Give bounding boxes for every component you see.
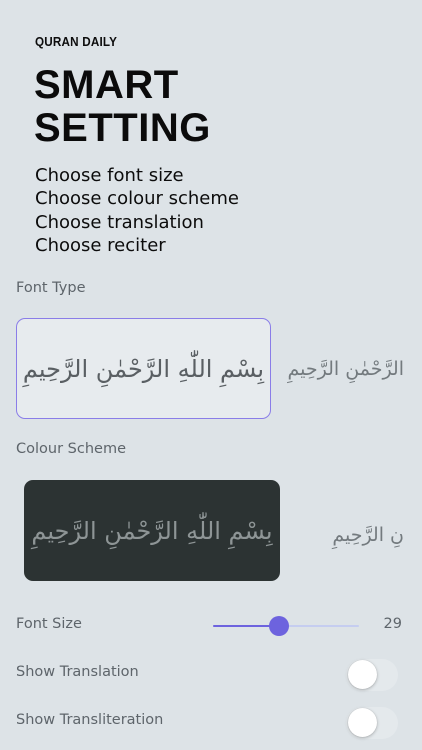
brand-label: QURAN DAILY (35, 34, 118, 49)
colour-scheme-option-next[interactable]: نِ الرَّحِيمِ (332, 524, 404, 546)
font-type-sample-text: بِسْمِ اللّٰهِ الرَّحْمٰنِ الرَّحِيمِ (22, 354, 265, 383)
feature-item: Choose colour scheme (35, 188, 239, 210)
colour-scheme-option-dark[interactable]: بِسْمِ اللّٰهِ الرَّحْمٰنِ الرَّحِيمِ (24, 480, 280, 581)
show-translation-label: Show Translation (16, 664, 139, 680)
headline-line-2: SETTING (34, 106, 211, 150)
toggle-knob (348, 708, 377, 737)
headline-line-1: SMART (34, 63, 179, 107)
font-size-label: Font Size (16, 616, 82, 632)
font-size-slider-thumb[interactable] (268, 616, 289, 636)
feature-list: Choose font size Choose colour scheme Ch… (35, 164, 239, 257)
show-translation-toggle[interactable] (346, 659, 398, 691)
show-transliteration-label: Show Transliteration (16, 712, 164, 728)
font-type-label: Font Type (16, 280, 86, 296)
font-type-option-next[interactable]: الرَّحْمٰنِ الرَّحِيمِ (288, 358, 404, 380)
show-transliteration-toggle[interactable] (346, 707, 398, 739)
colour-scheme-label: Colour Scheme (16, 441, 126, 457)
font-size-row: Font Size 29 (0, 611, 422, 641)
font-type-option-selected[interactable]: بِسْمِ اللّٰهِ الرَّحْمٰنِ الرَّحِيمِ (16, 318, 271, 419)
colour-scheme-sample-text: بِسْمِ اللّٰهِ الرَّحْمٰنِ الرَّحِيمِ (31, 516, 273, 545)
show-transliteration-row: Show Transliteration (0, 707, 422, 739)
font-size-value: 29 (383, 616, 402, 632)
toggle-knob (348, 660, 377, 689)
show-translation-row: Show Translation (0, 659, 422, 691)
feature-item: Choose translation (35, 211, 204, 233)
font-size-slider[interactable] (213, 616, 359, 636)
headline: SMART SETTING (34, 64, 211, 150)
feature-item: Choose font size (35, 165, 184, 186)
feature-item: Choose reciter (35, 234, 166, 256)
